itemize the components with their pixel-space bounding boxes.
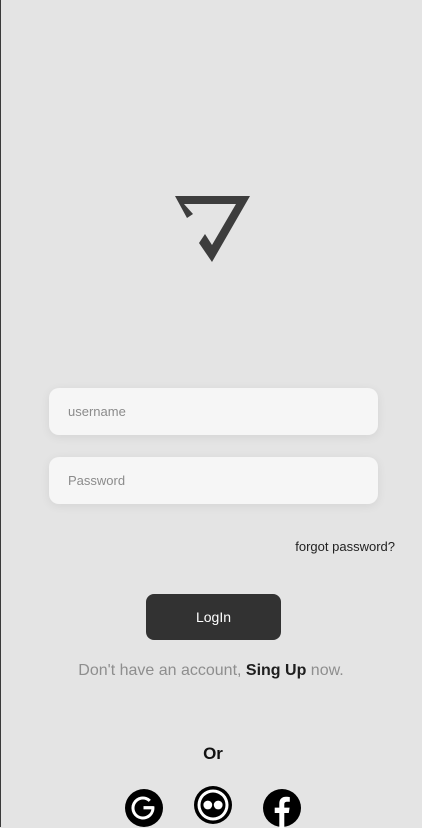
password-input[interactable] — [49, 457, 378, 504]
brand-logo — [175, 196, 251, 264]
signup-link[interactable]: Sing Up — [246, 662, 306, 679]
or-divider-label: Or — [203, 744, 223, 763]
signup-prefix: Don't have an account, — [78, 662, 246, 679]
signup-prompt: Don't have an account, Sing Up now. — [0, 662, 422, 680]
forgot-password-link[interactable]: forgot password? — [295, 539, 395, 554]
flickr-icon[interactable] — [193, 785, 233, 825]
login-button[interactable]: LogIn — [146, 594, 281, 640]
left-border — [0, 0, 1, 827]
username-input[interactable] — [49, 388, 378, 435]
facebook-icon[interactable] — [262, 788, 302, 828]
signup-suffix: now. — [306, 662, 344, 679]
google-icon[interactable] — [124, 788, 164, 828]
